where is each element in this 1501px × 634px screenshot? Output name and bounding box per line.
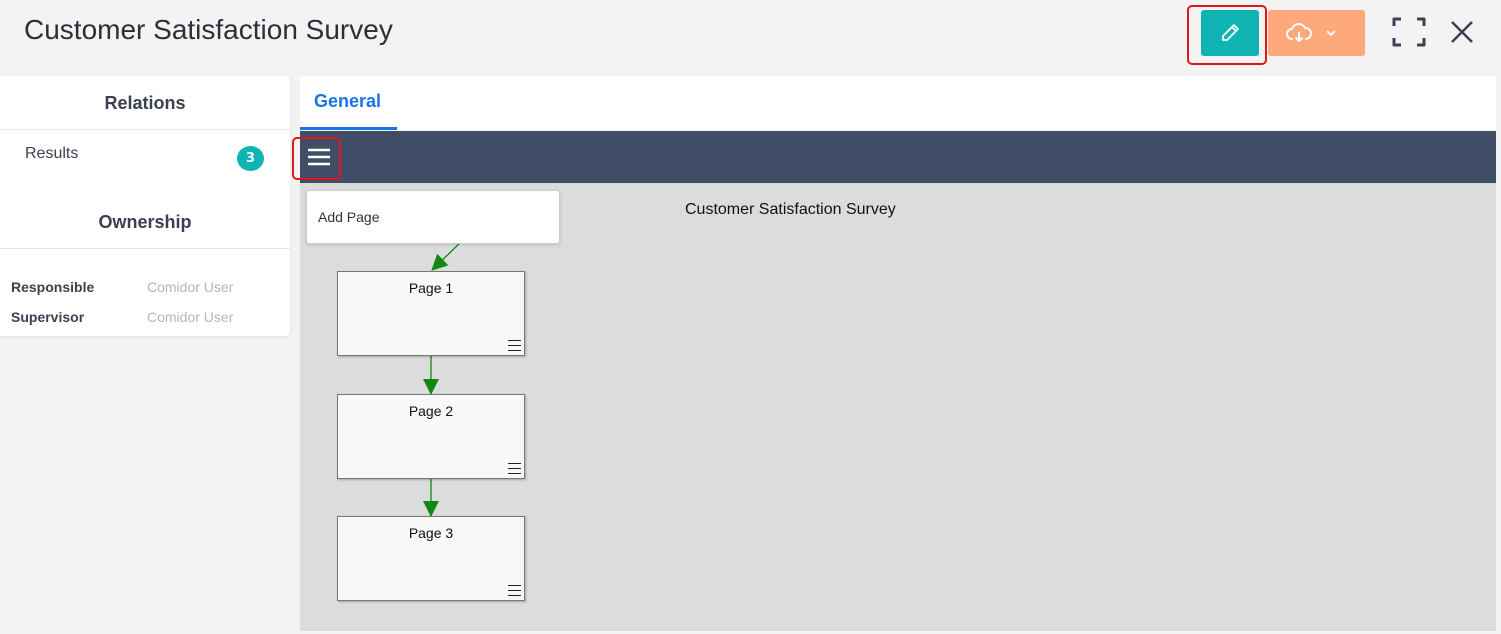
designer-toolbar: [300, 131, 1496, 183]
supervisor-label: Supervisor: [11, 309, 85, 325]
page-label: Page 3: [408, 525, 454, 541]
close-icon[interactable]: [1450, 20, 1474, 44]
arrow: [431, 240, 463, 271]
download-button[interactable]: [1268, 10, 1365, 56]
page-label: Page 1: [408, 280, 454, 296]
tab-bar: General: [300, 76, 1496, 130]
responsible-label: Responsible: [11, 279, 95, 295]
count-badge: 3: [237, 146, 264, 171]
responsible-value: Comidor User: [147, 279, 234, 295]
cloud-download-icon: [1286, 23, 1312, 43]
tab-label: General: [314, 91, 382, 111]
edit-button[interactable]: [1201, 10, 1259, 56]
page-label: Page 2: [408, 403, 454, 419]
chevron-down-icon[interactable]: [1324, 28, 1338, 38]
node-menu-icon[interactable]: [508, 463, 521, 474]
divider: [0, 129, 290, 130]
sidebar: Relations Results 3 Ownership Responsibl…: [0, 76, 290, 336]
supervisor-value: Comidor User: [147, 309, 234, 325]
ownership-title: Ownership: [98, 212, 192, 232]
relations-title: Relations: [104, 93, 186, 113]
root-node-label[interactable]: Customer Satisfaction Survey: [685, 201, 896, 219]
page-node[interactable]: Page 3: [337, 516, 525, 601]
page-node[interactable]: Page 2: [337, 394, 525, 479]
dropdown-menu: Add Page: [306, 190, 560, 244]
menu-item-add-page[interactable]: Add Page: [307, 191, 559, 243]
page-title: Customer Satisfaction Survey: [24, 14, 393, 45]
tab-general[interactable]: General: [300, 76, 397, 130]
node-menu-icon[interactable]: [508, 340, 521, 351]
hamburger-menu-icon[interactable]: [306, 146, 332, 168]
node-menu-icon[interactable]: [508, 585, 521, 596]
relation-label: Results: [25, 145, 79, 162]
divider: [0, 248, 290, 249]
flow-canvas: Customer Satisfaction Survey Page 1 Page…: [300, 183, 1496, 631]
menu-item-label: Add Page: [318, 209, 380, 225]
relation-item-results[interactable]: Results 3: [0, 134, 290, 174]
page-node[interactable]: Page 1: [337, 271, 525, 356]
pencil-icon: [1222, 24, 1239, 41]
fullscreen-icon[interactable]: [1392, 16, 1426, 48]
